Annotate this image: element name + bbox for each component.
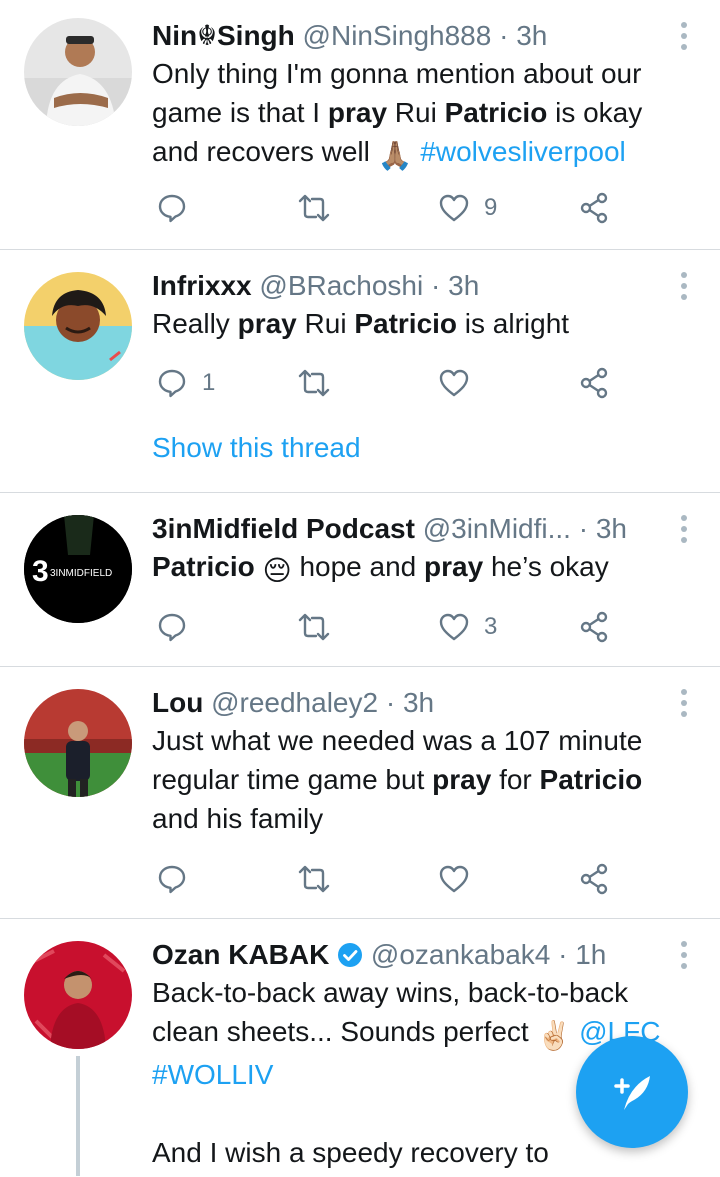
like-button[interactable] bbox=[438, 857, 484, 901]
avatar[interactable] bbox=[24, 18, 132, 126]
like-count: 3 bbox=[484, 613, 498, 640]
share-button[interactable] bbox=[578, 605, 610, 649]
highlight: pray bbox=[432, 764, 492, 795]
author-handle[interactable]: @3inMidfi... bbox=[423, 513, 571, 544]
more-icon[interactable] bbox=[680, 941, 688, 969]
tweet[interactable]: Lou @reedhaley2 · 3h Just what we needed… bbox=[0, 667, 720, 919]
share-icon bbox=[580, 192, 608, 224]
retweet-icon bbox=[298, 369, 330, 397]
more-icon[interactable] bbox=[680, 22, 688, 50]
reply-button[interactable]: 1 bbox=[156, 361, 215, 405]
hashtag-link[interactable]: #WOLLIV bbox=[152, 1059, 273, 1090]
reply-button[interactable] bbox=[156, 186, 202, 230]
reply-button[interactable] bbox=[156, 857, 202, 901]
author-handle[interactable]: @ozankabak4 bbox=[371, 939, 550, 970]
share-icon bbox=[580, 611, 608, 643]
author-handle[interactable]: @reedhaley2 bbox=[211, 687, 378, 718]
retweet-icon bbox=[298, 865, 330, 893]
timestamp[interactable]: 3h bbox=[516, 20, 547, 51]
tweet[interactable]: Infrixxx @BRachoshi · 3h Really pray Rui… bbox=[0, 250, 720, 493]
hashtag-link[interactable]: #wolvesliverpool bbox=[420, 136, 625, 167]
share-icon bbox=[580, 367, 608, 399]
tweet-text: Really pray Rui Patricio is alright bbox=[152, 308, 570, 339]
author-name[interactable]: Nin☬Singh bbox=[152, 20, 295, 51]
thread-connector-line bbox=[76, 1056, 80, 1176]
author-name[interactable]: 3inMidfield Podcast bbox=[152, 513, 415, 544]
highlight: Patricio bbox=[354, 308, 458, 339]
compose-tweet-button[interactable] bbox=[576, 1036, 688, 1148]
timestamp[interactable]: 3h bbox=[448, 270, 479, 301]
more-icon[interactable] bbox=[680, 689, 688, 717]
avatar[interactable] bbox=[24, 272, 132, 380]
verified-icon bbox=[338, 943, 363, 967]
retweet-button[interactable] bbox=[298, 361, 330, 405]
retweet-button[interactable] bbox=[298, 857, 330, 901]
tweet-text: Patricio 😔 hope and pray he’s okay bbox=[152, 547, 680, 590]
avatar[interactable]: 3 3INMIDFIELD bbox=[24, 515, 132, 623]
like-icon bbox=[439, 865, 469, 893]
avatar[interactable] bbox=[24, 941, 132, 1049]
highlight: pray bbox=[237, 308, 297, 339]
like-count: 9 bbox=[484, 194, 498, 221]
share-button[interactable] bbox=[578, 361, 610, 405]
reply-count: 1 bbox=[202, 369, 216, 396]
like-button[interactable] bbox=[438, 361, 484, 405]
reply-icon bbox=[158, 865, 186, 894]
tweet[interactable]: Nin☬Singh @NinSingh888 · 3h Only thing I… bbox=[0, 0, 720, 250]
highlight: pray bbox=[327, 97, 388, 128]
more-icon[interactable] bbox=[680, 272, 688, 300]
svg-text:3: 3 bbox=[32, 555, 49, 588]
reply-button[interactable] bbox=[156, 605, 202, 649]
tweet-text: Just what we needed was a 107 minute reg… bbox=[152, 725, 643, 834]
retweet-button[interactable] bbox=[298, 186, 330, 230]
compose-icon bbox=[614, 1076, 650, 1110]
share-icon bbox=[580, 863, 608, 895]
reply-icon bbox=[158, 194, 186, 223]
timestamp[interactable]: 3h bbox=[596, 513, 627, 544]
like-icon bbox=[439, 613, 469, 641]
author-name[interactable]: Lou bbox=[152, 687, 203, 718]
author-handle[interactable]: @NinSingh888 bbox=[303, 20, 492, 51]
author-name[interactable]: Ozan KABAK bbox=[152, 939, 329, 970]
victory-hand-emoji: ✌🏻 bbox=[536, 1020, 572, 1051]
author-name[interactable]: Infrixxx bbox=[152, 270, 252, 301]
tweet-text: Only thing I'm gonna mention about our g… bbox=[152, 54, 680, 175]
share-button[interactable] bbox=[578, 186, 610, 230]
timestamp[interactable]: 3h bbox=[403, 687, 434, 718]
like-button[interactable]: 3 bbox=[438, 605, 497, 649]
like-icon bbox=[439, 194, 469, 222]
like-icon bbox=[439, 369, 469, 397]
highlight: pray bbox=[424, 551, 484, 582]
tweet[interactable]: 3 3INMIDFIELD 3inMidfield Podcast @3inMi… bbox=[0, 493, 720, 667]
more-icon[interactable] bbox=[680, 515, 688, 543]
pensive-face-emoji: 😔 bbox=[262, 555, 292, 586]
avatar-logo-text: 3INMIDFIELD bbox=[50, 568, 112, 579]
separator: · bbox=[491, 20, 517, 51]
author-handle[interactable]: @BRachoshi bbox=[259, 270, 423, 301]
retweet-icon bbox=[298, 613, 330, 641]
highlight: Patricio bbox=[444, 97, 548, 128]
timestamp[interactable]: 1h bbox=[575, 939, 606, 970]
reply-icon bbox=[158, 369, 186, 398]
highlight: Patricio bbox=[539, 764, 643, 795]
retweet-button[interactable] bbox=[298, 605, 330, 649]
retweet-icon bbox=[298, 194, 330, 222]
show-thread-link[interactable]: Show this thread bbox=[152, 432, 361, 464]
reply-icon bbox=[158, 613, 186, 642]
folded-hands-emoji: 🙏🏽 bbox=[377, 140, 413, 171]
highlight: Patricio bbox=[152, 551, 255, 582]
share-button[interactable] bbox=[578, 857, 610, 901]
avatar[interactable] bbox=[24, 689, 132, 797]
like-button[interactable]: 9 bbox=[438, 186, 497, 230]
